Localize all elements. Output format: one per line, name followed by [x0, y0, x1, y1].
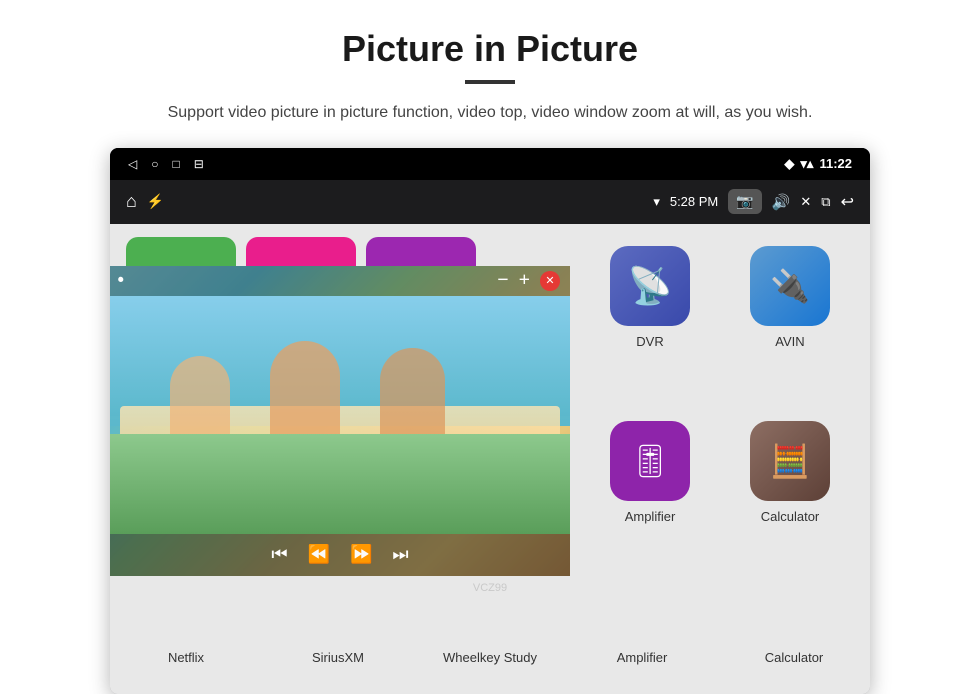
pip-minus-btn[interactable]: − [497, 269, 508, 292]
pip-controls-bar[interactable]: ⏮ ⏪ ⏩ ⏭ [110, 534, 570, 576]
wheelkey-bottom-label: Wheelkey Study [420, 650, 560, 684]
status-bar-right: ◆ ▾▴ 11:22 [784, 156, 852, 172]
app-icon-dvr[interactable]: 📡 DVR [580, 234, 720, 410]
amplifier-icon: 🎚 [630, 442, 671, 480]
dvr-icon: 📡 [628, 265, 673, 307]
pip-video-window[interactable]: ⏺ − + ✕ ⏮ ⏪ ⏩ ⏭ [110, 266, 570, 576]
bookmark-icon: ⊟ [194, 157, 204, 171]
volume-icon[interactable]: 🔊 [772, 193, 791, 211]
back-nav-icon[interactable]: ◁ [128, 157, 137, 171]
netflix-bottom-label: Netflix [116, 650, 256, 684]
app-icon-amplifier[interactable]: 🎚 Amplifier [580, 409, 720, 585]
app-icon-avin[interactable]: 🔌 AVIN [720, 234, 860, 410]
calculator-icon-box: 🧮 [750, 421, 830, 501]
device-frame: ◁ ○ □ ⊟ ◆ ▾▴ 11:22 ⌂ ⚡ ▾ 5:28 PM 📷 🔊 [110, 148, 870, 694]
home-button[interactable]: ⌂ [126, 191, 137, 212]
avin-icon-box: 🔌 [750, 246, 830, 326]
watermark: VCZ99 [473, 582, 507, 594]
title-divider [465, 80, 515, 84]
signal-icon: ▾▴ [800, 156, 813, 172]
page-subtitle: Support video picture in picture functio… [168, 100, 813, 126]
toolbar-left: ⌂ ⚡ [126, 191, 164, 212]
wifi-icon: ▾ [653, 194, 660, 210]
calculator-label: Calculator [761, 509, 820, 524]
bottom-labels-row: Netflix SiriusXM Wheelkey Study Amplifie… [110, 644, 870, 694]
close-icon[interactable]: ✕ [800, 194, 811, 210]
toolbar-time: 5:28 PM [670, 194, 718, 209]
pip-close-btn[interactable]: ✕ [540, 271, 560, 291]
amplifier-label: Amplifier [625, 509, 676, 524]
app-grid-area: ⏺ − + ✕ ⏮ ⏪ ⏩ ⏭ [110, 224, 870, 644]
pip-next-btn[interactable]: ⏭ [392, 544, 408, 565]
usb-icon: ⚡ [147, 193, 164, 210]
amplifier-icon-box: 🎚 [610, 421, 690, 501]
home-nav-icon[interactable]: ○ [151, 157, 158, 171]
calculator-icon: 🧮 [770, 442, 810, 480]
status-time: 11:22 [819, 156, 852, 171]
avin-label: AVIN [775, 334, 804, 349]
pip-topbar: ⏺ − + ✕ [110, 266, 570, 296]
dvr-icon-box: 📡 [610, 246, 690, 326]
app-area: ⏺ − + ✕ ⏮ ⏪ ⏩ ⏭ [110, 224, 870, 694]
pip-rewind-btn[interactable]: ⏪ [308, 544, 330, 565]
camera-button[interactable]: 📷 [728, 189, 761, 214]
calculator-bottom-label: Calculator [724, 650, 864, 684]
toolbar-right: ▾ 5:28 PM 📷 🔊 ✕ ⧉ ↩ [653, 189, 854, 214]
android-status-bar: ◁ ○ □ ⊟ ◆ ▾▴ 11:22 [110, 148, 870, 180]
pip-resize-controls[interactable]: − + ✕ [487, 266, 570, 296]
pip-plus-btn[interactable]: + [519, 269, 530, 292]
pip-record-icon: ⏺ [118, 274, 124, 287]
back-button[interactable]: ↩ [841, 192, 854, 212]
android-toolbar: ⌂ ⚡ ▾ 5:28 PM 📷 🔊 ✕ ⧉ ↩ [110, 180, 870, 224]
avin-icon: 🔌 [770, 267, 810, 305]
windows-icon[interactable]: ⧉ [821, 194, 830, 210]
app-icon-calculator[interactable]: 🧮 Calculator [720, 409, 860, 585]
amplifier-bottom-label: Amplifier [572, 650, 712, 684]
pip-prev-btn[interactable]: ⏮ [271, 544, 287, 565]
pip-forward-btn[interactable]: ⏩ [350, 544, 372, 565]
siriusxm-bottom-label: SiriusXM [268, 650, 408, 684]
page-wrapper: Picture in Picture Support video picture… [0, 0, 980, 694]
status-bar-left: ◁ ○ □ ⊟ [128, 157, 204, 171]
page-title: Picture in Picture [342, 28, 638, 70]
pip-video-content [110, 266, 570, 576]
recents-nav-icon[interactable]: □ [172, 157, 179, 171]
app-icons-grid: 📡 DVR 🔌 AVIN 🎚 [570, 224, 870, 644]
dvr-label: DVR [636, 334, 663, 349]
location-icon: ◆ [784, 156, 794, 172]
